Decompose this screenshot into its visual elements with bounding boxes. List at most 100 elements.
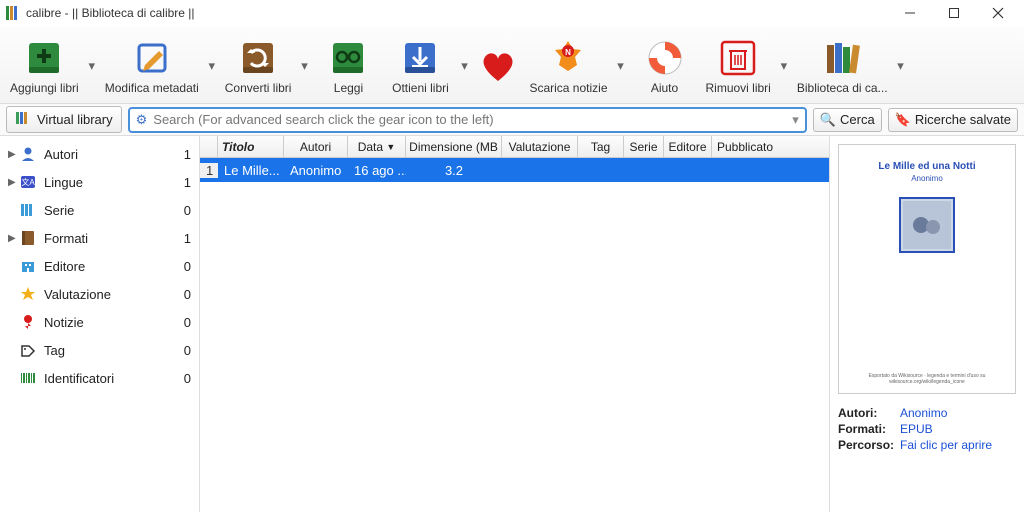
- saved-searches-label: Ricerche salvate: [915, 112, 1011, 127]
- convert-label: Converti libri: [225, 81, 292, 95]
- publisher-icon: [18, 256, 38, 276]
- maximize-button[interactable]: [932, 0, 976, 26]
- barcode-icon: [18, 368, 38, 388]
- get-dropdown[interactable]: ▾: [457, 58, 471, 74]
- sidebar-label: Tag: [44, 343, 173, 358]
- sidebar-item-autori[interactable]: ▶ Autori 1: [0, 140, 199, 168]
- sidebar-item-tag[interactable]: Tag 0: [0, 336, 199, 364]
- sidebar-count: 1: [173, 231, 191, 246]
- svg-text:N: N: [566, 48, 572, 57]
- sidebar-count: 0: [173, 203, 191, 218]
- add-dropdown[interactable]: ▾: [85, 58, 99, 74]
- search-button-label: Cerca: [840, 112, 875, 127]
- sidebar-item-serie[interactable]: Serie 0: [0, 196, 199, 224]
- col-dimensione[interactable]: Dimensione (MB: [406, 136, 502, 157]
- meta-autori-key: Autori:: [838, 406, 900, 420]
- window-title: calibre - || Biblioteca di calibre ||: [26, 6, 888, 20]
- convert-dropdown[interactable]: ▾: [297, 58, 311, 74]
- read-label: Leggi: [334, 81, 363, 95]
- sidebar-item-formati[interactable]: ▶ Formati 1: [0, 224, 199, 252]
- book-cover[interactable]: Le Mille ed una Notti Anonimo Esportato …: [838, 144, 1016, 394]
- col-rownum[interactable]: [200, 136, 218, 157]
- sidebar-item-editore[interactable]: Editore 0: [0, 252, 199, 280]
- col-serie[interactable]: Serie: [624, 136, 664, 157]
- col-data[interactable]: Data ▼: [348, 136, 406, 157]
- sidebar-item-identificatori[interactable]: Identificatori 0: [0, 364, 199, 392]
- get-books-button[interactable]: Ottieni libri: [385, 35, 455, 97]
- col-autori[interactable]: Autori: [284, 136, 348, 157]
- bookmark-icon: 🔖: [895, 112, 911, 128]
- search-button[interactable]: 🔍 Cerca: [813, 108, 882, 132]
- language-icon: 文A: [18, 172, 38, 192]
- donate-button[interactable]: [473, 43, 523, 89]
- main-content: ▶ Autori 1 ▶ 文A Lingue 1 Serie 0 ▶ Forma…: [0, 136, 1024, 512]
- library-label: Biblioteca di ca...: [797, 81, 888, 95]
- close-button[interactable]: [976, 0, 1020, 26]
- help-label: Aiuto: [651, 81, 678, 95]
- sidebar-count: 0: [173, 343, 191, 358]
- convert-icon: [237, 37, 279, 79]
- col-pubblicato[interactable]: Pubblicato: [712, 136, 778, 157]
- remove-dropdown[interactable]: ▾: [777, 58, 791, 74]
- library-button[interactable]: Biblioteca di ca...: [793, 35, 892, 97]
- table-row[interactable]: 1 Le Mille... Anonimo 16 ago ... 3.2: [200, 158, 829, 182]
- cell-titolo: Le Mille...: [218, 163, 284, 178]
- add-label: Aggiungi libri: [10, 81, 79, 95]
- cover-footer: Esportato da Wikisource · legenda e term…: [847, 373, 1007, 385]
- sidebar-item-lingue[interactable]: ▶ 文A Lingue 1: [0, 168, 199, 196]
- fetch-news-button[interactable]: N Scarica notizie: [525, 35, 611, 97]
- expand-icon[interactable]: ▶: [8, 233, 18, 244]
- cover-subtitle: Anonimo: [911, 174, 943, 183]
- add-icon: [23, 37, 65, 79]
- minimize-button[interactable]: [888, 0, 932, 26]
- search-input[interactable]: [153, 112, 786, 127]
- remove-books-button[interactable]: Rimuovi libri: [702, 35, 775, 97]
- chevron-down-icon[interactable]: ▾: [792, 112, 799, 128]
- sidebar-label: Identificatori: [44, 371, 173, 386]
- add-books-button[interactable]: Aggiungi libri: [6, 35, 83, 97]
- gear-icon[interactable]: ⚙: [136, 112, 148, 128]
- col-editore[interactable]: Editore: [664, 136, 712, 157]
- news-dropdown[interactable]: ▾: [614, 58, 628, 74]
- search-box[interactable]: ⚙ ▾: [128, 107, 807, 133]
- meta-formati-key: Formati:: [838, 422, 900, 436]
- series-icon: [18, 200, 38, 220]
- meta-formati-value[interactable]: EPUB: [900, 422, 933, 436]
- convert-books-button[interactable]: Converti libri: [221, 35, 296, 97]
- table-header: Titolo Autori Data ▼ Dimensione (MB Valu…: [200, 136, 829, 158]
- cell-dim: 3.2: [406, 163, 502, 178]
- expand-icon[interactable]: ▶: [8, 149, 18, 160]
- library-dropdown[interactable]: ▾: [894, 58, 908, 74]
- read-icon: [327, 37, 369, 79]
- sidebar-item-notizie[interactable]: Notizie 0: [0, 308, 199, 336]
- sidebar-label: Serie: [44, 203, 173, 218]
- virtual-library-button[interactable]: Virtual library: [6, 106, 122, 133]
- meta-autori-value[interactable]: Anonimo: [900, 406, 947, 420]
- book-table: Titolo Autori Data ▼ Dimensione (MB Valu…: [200, 136, 830, 512]
- formats-icon: [18, 228, 38, 248]
- help-button[interactable]: Aiuto: [630, 35, 700, 97]
- books-stack-icon: [15, 110, 31, 129]
- saved-searches-button[interactable]: 🔖 Ricerche salvate: [888, 108, 1018, 132]
- search-row: Virtual library ⚙ ▾ 🔍 Cerca 🔖 Ricerche s…: [0, 104, 1024, 136]
- edit-label: Modifica metadati: [105, 81, 199, 95]
- trash-icon: [717, 37, 759, 79]
- sidebar-count: 0: [173, 315, 191, 330]
- book-detail-panel: Le Mille ed una Notti Anonimo Esportato …: [830, 136, 1024, 512]
- col-valutazione[interactable]: Valutazione: [502, 136, 578, 157]
- cell-data: 16 ago ...: [348, 163, 406, 178]
- magnifier-icon: 🔍: [820, 112, 836, 128]
- col-tag[interactable]: Tag: [578, 136, 624, 157]
- sidebar-count: 0: [173, 259, 191, 274]
- cell-autori: Anonimo: [284, 163, 348, 178]
- download-icon: [399, 37, 441, 79]
- read-button[interactable]: Leggi: [313, 35, 383, 97]
- meta-percorso-value[interactable]: Fai clic per aprire: [900, 438, 992, 452]
- edit-dropdown[interactable]: ▾: [205, 58, 219, 74]
- col-titolo[interactable]: Titolo: [218, 136, 284, 157]
- svg-text:文A: 文A: [21, 177, 35, 187]
- expand-icon[interactable]: ▶: [8, 177, 18, 188]
- news-label: Scarica notizie: [529, 81, 607, 95]
- edit-metadata-button[interactable]: Modifica metadati: [101, 35, 203, 97]
- sidebar-item-valutazione[interactable]: Valutazione 0: [0, 280, 199, 308]
